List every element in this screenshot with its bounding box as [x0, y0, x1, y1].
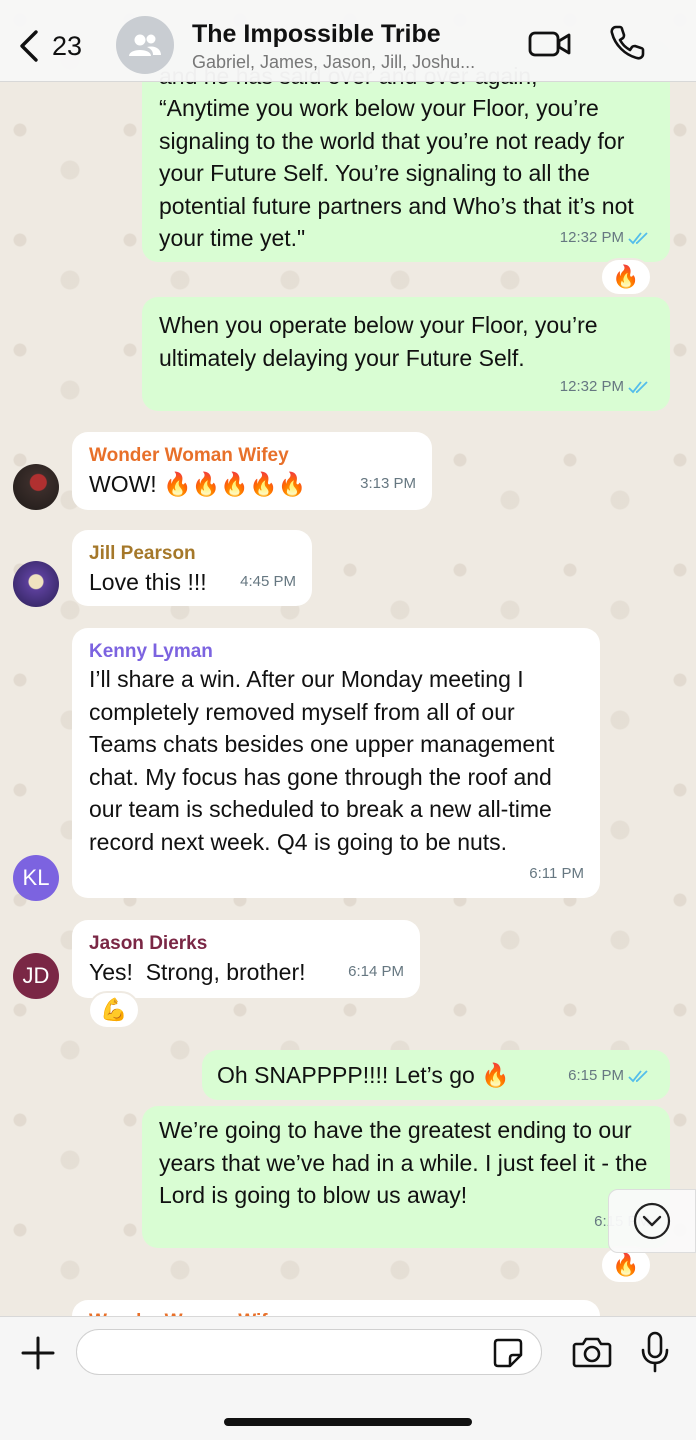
sender-name[interactable]: Wonder Woman Wifey — [89, 1306, 289, 1316]
message-outgoing[interactable]: When you operate below your Floor, you’r… — [142, 297, 670, 411]
home-indicator[interactable] — [224, 1418, 472, 1426]
message-input[interactable] — [76, 1329, 542, 1375]
message-time: 12:32 PM — [559, 377, 624, 395]
back-button[interactable]: 23 — [16, 26, 82, 66]
microphone-icon[interactable] — [640, 1331, 670, 1373]
camera-icon[interactable] — [572, 1335, 612, 1369]
double-check-icon — [628, 232, 648, 245]
message-meta: 6:15 PM — [568, 1060, 650, 1093]
avatar[interactable]: JD — [13, 953, 59, 999]
message-time: 6:11 PM — [529, 864, 584, 882]
message-incoming[interactable]: Wonder Woman Wifey — [72, 1300, 600, 1316]
message-meta: 12:32 PM — [560, 222, 650, 255]
group-members: Gabriel, James, Jason, Jill, Joshu... — [192, 52, 476, 72]
avatar[interactable]: KL — [13, 855, 59, 901]
message-text: When you operate below your Floor, you’r… — [159, 312, 604, 371]
message-incoming[interactable]: Jill Pearson Love this !!! 4:45 PM — [72, 530, 312, 606]
chat-background: and he has said over and over again, “An… — [0, 0, 696, 1316]
group-icon — [129, 34, 161, 56]
message-text: I’ll share a win. After our Monday meeti… — [89, 666, 561, 855]
message-outgoing[interactable]: We’re going to have the greatest ending … — [142, 1106, 670, 1248]
group-avatar[interactable] — [116, 16, 174, 74]
message-incoming[interactable]: Jason Dierks Yes! Strong, brother! 6:14 … — [72, 920, 420, 998]
message-time: 6:14 PM — [348, 962, 404, 980]
reaction-badge[interactable]: 💪 — [88, 991, 140, 1029]
group-title: The Impossible Tribe — [192, 20, 441, 48]
message-time: 3:13 PM — [360, 474, 416, 492]
message-meta: 12:32 PM — [560, 371, 650, 404]
message-outgoing[interactable]: Oh SNAPPPP!!!! Let’s go 🔥 6:15 PM — [202, 1050, 670, 1100]
double-check-icon — [628, 381, 648, 394]
unread-count: 23 — [52, 30, 83, 61]
message-time: 4:45 PM — [240, 572, 296, 590]
avatar[interactable] — [13, 464, 59, 510]
scroll-to-bottom-button[interactable] — [608, 1189, 696, 1253]
chevron-left-icon — [20, 30, 38, 62]
chat-title-block[interactable]: The Impossible Tribe Gabriel, James, Jas… — [192, 20, 522, 73]
message-incoming[interactable]: Wonder Woman Wifey WOW! 🔥🔥🔥🔥🔥 3:13 PM — [72, 432, 432, 510]
reaction-badge[interactable]: 🔥 — [600, 258, 652, 296]
message-time: 6:15 PM — [568, 1066, 624, 1084]
plus-icon[interactable] — [20, 1335, 56, 1371]
avatar[interactable] — [13, 561, 59, 607]
double-check-icon — [628, 1070, 648, 1083]
message-time: 12:32 PM — [559, 228, 624, 246]
chat-header: 23 The Impossible Tribe Gabriel, James, … — [0, 0, 696, 82]
sticker-icon[interactable] — [492, 1337, 524, 1369]
phone-icon[interactable] — [608, 24, 646, 62]
chevron-down-icon — [633, 1202, 671, 1240]
message-incoming[interactable]: Kenny Lyman I’ll share a win. After our … — [72, 628, 600, 898]
video-call-icon[interactable] — [528, 28, 572, 60]
message-text: We’re going to have the greatest ending … — [159, 1117, 654, 1208]
